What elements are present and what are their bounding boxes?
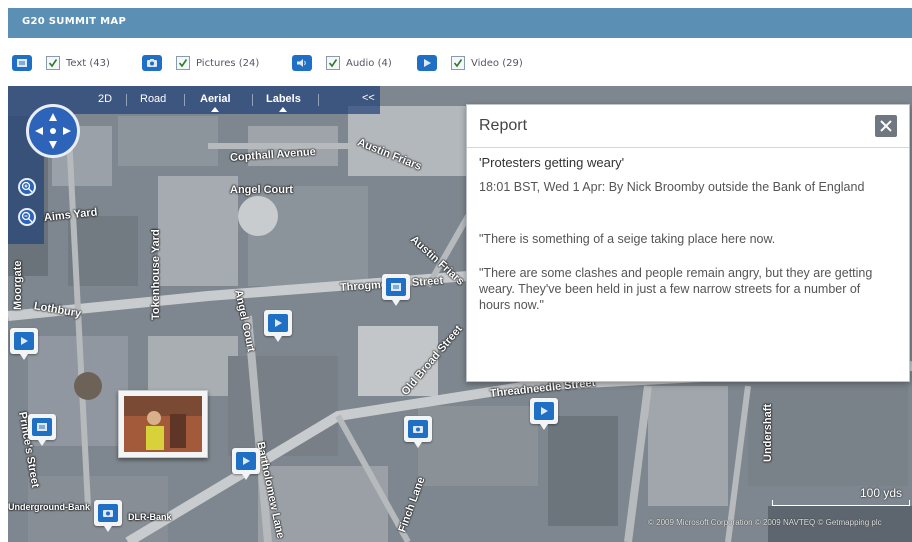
- page-title: G20 SUMMIT MAP: [22, 16, 127, 27]
- selected-indicator-icon: [279, 107, 288, 112]
- filter-pictures: Pictures (24): [142, 52, 259, 74]
- speaker-icon: [292, 55, 312, 71]
- report-title: Report: [479, 117, 528, 134]
- play-icon: [268, 314, 288, 332]
- view-2d-button[interactable]: 2D: [98, 93, 112, 105]
- close-icon: [880, 120, 892, 132]
- video-marker[interactable]: [264, 310, 292, 342]
- road-view-button[interactable]: Road: [140, 93, 166, 105]
- protester-photo-icon: [124, 396, 202, 452]
- camera-icon: [142, 55, 162, 71]
- filter-text: Text (43): [12, 52, 110, 74]
- video-marker[interactable]: [10, 328, 38, 360]
- street-label: Tokenhouse Yard: [150, 229, 162, 320]
- pictures-filter-label: Pictures (24): [196, 57, 260, 69]
- picture-marker[interactable]: [404, 416, 432, 448]
- toolbar-divider: [252, 94, 253, 106]
- text-marker[interactable]: [382, 274, 410, 306]
- picture-marker[interactable]: [94, 500, 122, 532]
- text-marker[interactable]: [28, 414, 56, 446]
- station-label: Underground-Bank: [8, 502, 90, 512]
- filter-audio: Audio (4): [292, 52, 392, 74]
- media-filter-bar: Text (43) Pictures (24) Audio (4) Video …: [12, 52, 902, 74]
- text-icon: [386, 278, 406, 296]
- video-marker[interactable]: [530, 398, 558, 430]
- toolbar-divider: [126, 94, 127, 106]
- text-checkbox[interactable]: [46, 56, 60, 70]
- text-filter-label: Text (43): [66, 57, 110, 69]
- selected-indicator-icon: [211, 107, 220, 112]
- zoom-in-icon[interactable]: [18, 178, 36, 196]
- audio-filter-label: Audio (4): [346, 57, 392, 69]
- play-icon: [14, 332, 34, 350]
- labels-toggle-label: Labels: [266, 93, 301, 105]
- video-filter-label: Video (29): [471, 57, 523, 69]
- play-icon: [534, 402, 554, 420]
- pictures-checkbox[interactable]: [176, 56, 190, 70]
- video-marker[interactable]: [232, 448, 260, 480]
- aerial-view-label: Aerial: [200, 93, 231, 105]
- picture-thumbnail[interactable]: [118, 390, 208, 458]
- street-label: Undershaft: [762, 403, 774, 462]
- header-bar: G20 SUMMIT MAP: [8, 8, 912, 38]
- toolbar-divider: [318, 94, 319, 106]
- street-label: Moorgate: [12, 260, 24, 311]
- text-icon: [32, 418, 52, 436]
- filter-video: Video (29): [417, 52, 523, 74]
- aerial-map[interactable]: 2D Road Aerial Labels << Austin Friars C…: [8, 86, 912, 542]
- audio-checkbox[interactable]: [326, 56, 340, 70]
- close-report-button[interactable]: [875, 115, 897, 137]
- map-scale-label: 100 yds: [860, 486, 903, 500]
- report-headline: 'Protesters getting weary': [479, 155, 625, 170]
- station-label: DLR-Bank: [128, 512, 172, 522]
- report-byline: 18:01 BST, Wed 1 Apr: By Nick Broomby ou…: [479, 180, 865, 194]
- play-icon: [417, 55, 437, 71]
- video-checkbox[interactable]: [451, 56, 465, 70]
- map-copyright: © 2009 Microsoft Corporation © 2009 NAVT…: [648, 518, 882, 527]
- camera-icon: [408, 420, 428, 438]
- street-label: Angel Court: [230, 184, 293, 196]
- labels-toggle-button[interactable]: Labels: [266, 93, 301, 112]
- play-icon: [236, 452, 256, 470]
- map-scale-bar: [772, 500, 910, 506]
- report-divider: [467, 147, 909, 148]
- report-quote: "There are some clashes and people remai…: [479, 266, 873, 312]
- toolbar-divider: [184, 94, 185, 106]
- camera-icon: [98, 504, 118, 522]
- report-quote: "There is something of a seige taking pl…: [479, 232, 776, 246]
- aerial-view-button[interactable]: Aerial: [200, 93, 231, 112]
- pan-compass-icon[interactable]: [26, 104, 80, 158]
- zoom-out-icon[interactable]: [18, 208, 36, 226]
- report-popup: Report 'Protesters getting weary' 18:01 …: [466, 104, 910, 382]
- text-icon: [12, 55, 32, 71]
- collapse-toolbar-button[interactable]: <<: [362, 92, 375, 104]
